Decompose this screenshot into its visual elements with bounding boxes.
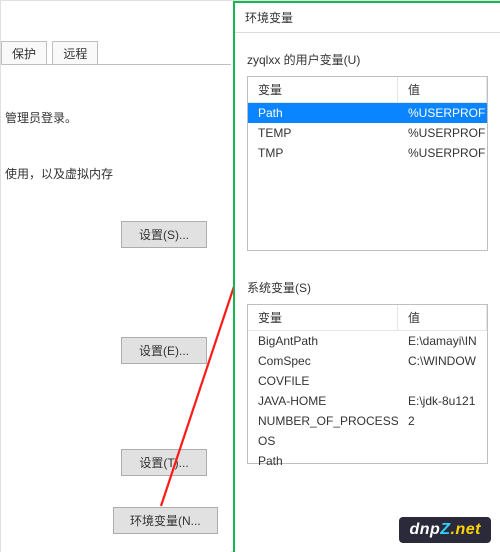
cell-value: %USERPROF <box>398 123 487 143</box>
sys-var-row[interactable]: ComSpec C:\WINDOW <box>248 351 487 371</box>
cell-value: %USERPROF <box>398 143 487 163</box>
tab-remote[interactable]: 远程 <box>52 41 98 65</box>
sys-var-row[interactable]: Path <box>248 451 487 471</box>
user-var-row-path[interactable]: Path %USERPROF <box>248 103 487 123</box>
cell-value <box>398 371 487 391</box>
tab-protect[interactable]: 保护 <box>1 41 47 65</box>
system-properties-window: 保护 远程 管理员登录。 使用，以及虚拟内存 设置(S)... 设置(E)...… <box>1 1 231 552</box>
cell-value: %USERPROF <box>398 103 487 123</box>
watermark-net: .net <box>451 521 481 538</box>
env-body: zyqlxx 的用户变量(U) 变量 值 Path %USERPROF TEMP… <box>235 33 500 464</box>
cell-name: BigAntPath <box>248 331 398 351</box>
cell-name: Path <box>248 103 398 123</box>
cell-value: 2 <box>398 411 487 431</box>
usage-text: 使用，以及虚拟内存 <box>5 165 113 182</box>
cell-value <box>398 451 487 471</box>
sys-var-row[interactable]: COVFILE <box>248 371 487 391</box>
sys-grid-header: 变量 值 <box>248 305 487 331</box>
watermark: dnpZ.net <box>399 517 491 543</box>
settings-t-button[interactable]: 设置(T)... <box>121 449 207 476</box>
cell-value: E:\damayi\IN <box>398 331 487 351</box>
cell-name: JAVA-HOME <box>248 391 398 411</box>
env-dialog: 环境变量 zyqlxx 的用户变量(U) 变量 值 Path %USERPROF… <box>233 1 500 552</box>
root: 保护 远程 管理员登录。 使用，以及虚拟内存 设置(S)... 设置(E)...… <box>0 0 500 552</box>
cell-value: E:\jdk-8u121 <box>398 391 487 411</box>
cell-name: NUMBER_OF_PROCESSORS <box>248 411 398 431</box>
user-var-row-tmp[interactable]: TMP %USERPROF <box>248 143 487 163</box>
col-header-value[interactable]: 值 <box>398 77 487 102</box>
cell-name: COVFILE <box>248 371 398 391</box>
sys-vars-label: 系统变量(S) <box>247 279 488 296</box>
admin-login-text: 管理员登录。 <box>5 109 77 126</box>
env-dialog-title: 环境变量 <box>235 3 500 33</box>
cell-name: TEMP <box>248 123 398 143</box>
sys-var-row[interactable]: NUMBER_OF_PROCESSORS 2 <box>248 411 487 431</box>
cell-name: OS <box>248 431 398 451</box>
col-header-name[interactable]: 变量 <box>248 305 398 330</box>
user-vars-label: zyqlxx 的用户变量(U) <box>247 51 488 68</box>
watermark-main: dnp <box>409 521 440 538</box>
user-grid-header: 变量 值 <box>248 77 487 103</box>
col-header-value[interactable]: 值 <box>398 305 487 330</box>
settings-s-button[interactable]: 设置(S)... <box>121 221 207 248</box>
user-var-row-temp[interactable]: TEMP %USERPROF <box>248 123 487 143</box>
env-vars-button[interactable]: 环境变量(N... <box>113 507 218 534</box>
sys-var-row[interactable]: BigAntPath E:\damayi\IN <box>248 331 487 351</box>
cell-name: ComSpec <box>248 351 398 371</box>
user-vars-grid[interactable]: 变量 值 Path %USERPROF TEMP %USERPROF TMP %… <box>247 76 488 251</box>
cell-name: Path <box>248 451 398 471</box>
sys-vars-grid[interactable]: 变量 值 BigAntPath E:\damayi\IN ComSpec C:\… <box>247 304 488 464</box>
watermark-box: dnpZ.net <box>399 517 491 543</box>
settings-e-button[interactable]: 设置(E)... <box>121 337 207 364</box>
cell-value <box>398 431 487 451</box>
col-header-name[interactable]: 变量 <box>248 77 398 102</box>
cell-name: TMP <box>248 143 398 163</box>
sys-var-row[interactable]: JAVA-HOME E:\jdk-8u121 <box>248 391 487 411</box>
cell-value: C:\WINDOW <box>398 351 487 371</box>
tab-divider <box>1 64 231 65</box>
tabs: 保护 远程 <box>1 41 231 65</box>
watermark-z: Z <box>440 521 450 538</box>
sys-var-row[interactable]: OS <box>248 431 487 451</box>
